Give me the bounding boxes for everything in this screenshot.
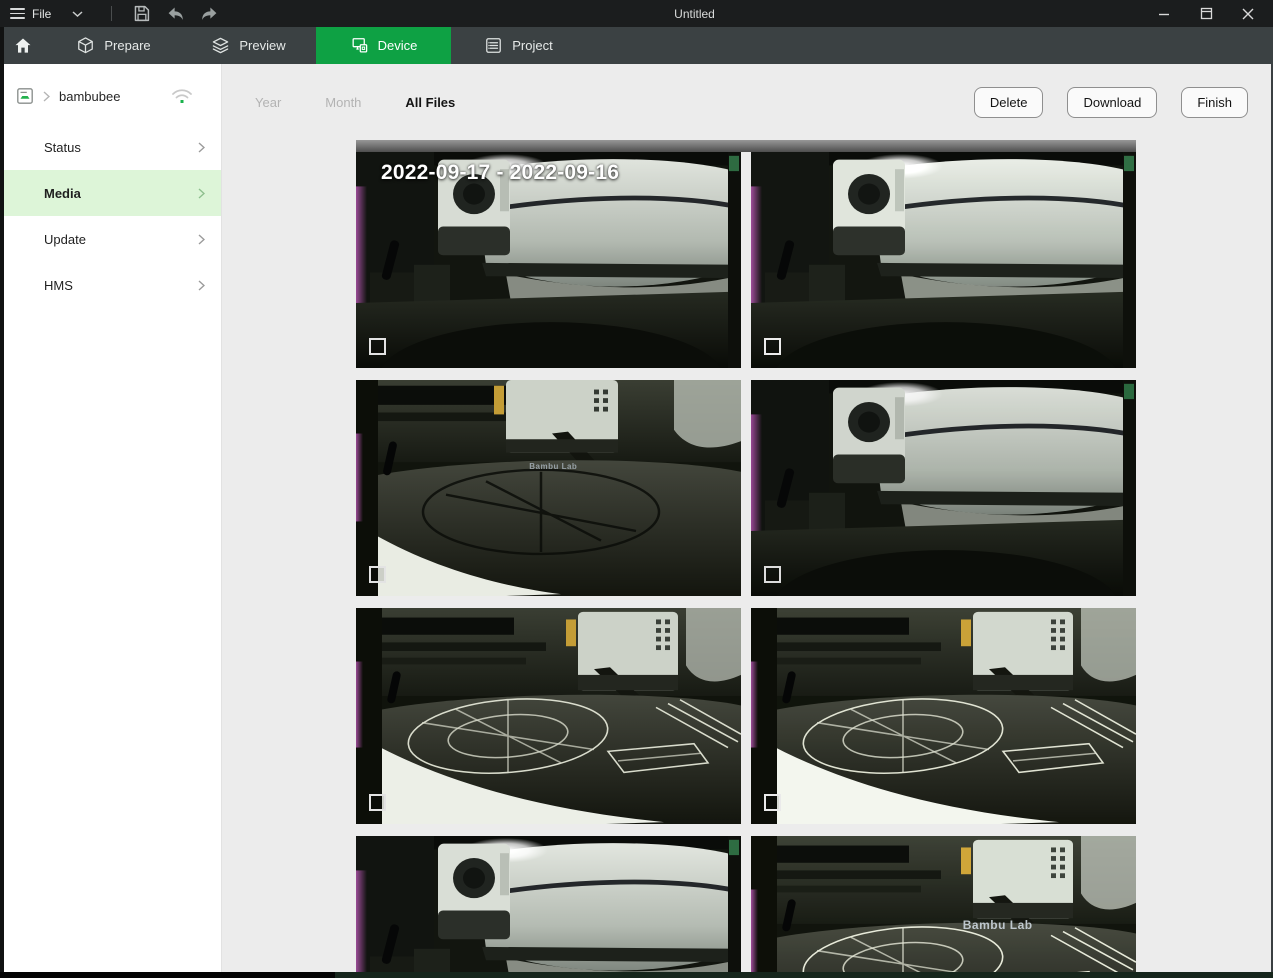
window-controls <box>1143 0 1269 27</box>
printer-icon <box>16 87 34 105</box>
media-thumbnail-3[interactable]: Bambu Lab <box>356 380 741 596</box>
save-button[interactable] <box>126 0 156 27</box>
printer-brand-label: Bambu Lab <box>529 462 577 471</box>
media-thumbnail-2[interactable] <box>751 152 1136 368</box>
window-left-border <box>0 27 4 978</box>
printer-chamber-photo <box>751 380 1136 596</box>
media-panel: Year Month All Files Delete Download Fin… <box>222 64 1273 978</box>
date-group-gradient-band <box>356 140 1136 152</box>
layers-icon <box>211 36 230 55</box>
media-scroll-area[interactable]: 2022-09-17 - 2022-09-16 Bambu Lab <box>222 140 1273 978</box>
chevron-right-icon <box>198 280 205 291</box>
tab-preview-label: Preview <box>239 38 285 53</box>
delete-button[interactable]: Delete <box>974 87 1044 118</box>
thumbnail-checkbox[interactable] <box>369 566 386 583</box>
media-thumbnail-8[interactable]: Bambu Lab <box>751 836 1136 978</box>
sidebar-item-media-label: Media <box>44 186 81 201</box>
thumbnail-checkbox[interactable] <box>764 566 781 583</box>
print-bed-first-layer-photo <box>356 608 741 824</box>
download-button[interactable]: Download <box>1067 87 1157 118</box>
undo-icon <box>166 4 185 23</box>
tab-device[interactable]: Device <box>316 27 451 64</box>
sidebar-item-update-label: Update <box>44 232 86 247</box>
media-actions: Delete Download Finish <box>974 87 1248 118</box>
tab-project-label: Project <box>512 38 552 53</box>
sidebar-item-status-label: Status <box>44 140 81 155</box>
hamburger-icon <box>10 8 25 19</box>
save-icon <box>132 4 151 23</box>
thumbnail-checkbox[interactable] <box>369 794 386 811</box>
sidebar-item-status[interactable]: Status <box>0 124 221 170</box>
wifi-icon <box>171 88 193 105</box>
printer-brand-label: Bambu Lab <box>963 918 1033 932</box>
finish-button[interactable]: Finish <box>1181 87 1248 118</box>
device-sidebar: bambubee Status Media Update <box>0 64 222 978</box>
toolbar-separator <box>111 6 112 21</box>
media-grid: 2022-09-17 - 2022-09-16 Bambu Lab <box>356 152 1136 978</box>
chevron-right-icon <box>198 234 205 245</box>
thumbnail-checkbox[interactable] <box>369 338 386 355</box>
chevron-right-icon <box>198 142 205 153</box>
home-icon <box>13 36 33 56</box>
filter-tab-all-files[interactable]: All Files <box>405 95 455 110</box>
media-thumbnail-4[interactable] <box>751 380 1136 596</box>
device-header[interactable]: bambubee <box>0 78 221 114</box>
window-title: Untitled <box>674 7 715 21</box>
sidebar-item-hms-label: HMS <box>44 278 73 293</box>
sidebar-item-update[interactable]: Update <box>0 216 221 262</box>
cube-icon <box>76 36 95 55</box>
chevron-right-icon <box>43 91 50 102</box>
tab-device-label: Device <box>378 38 418 53</box>
close-button[interactable] <box>1227 0 1269 27</box>
device-name: bambubee <box>59 89 120 104</box>
project-list-icon <box>484 36 503 55</box>
chevron-right-icon <box>198 188 205 199</box>
chevron-down-icon <box>72 11 83 17</box>
filter-tab-year[interactable]: Year <box>255 95 281 110</box>
home-button[interactable] <box>0 27 46 64</box>
media-thumbnail-7[interactable] <box>356 836 741 978</box>
sidebar-item-media[interactable]: Media <box>0 170 221 216</box>
minimize-icon <box>1158 8 1170 20</box>
sidebar-item-hms[interactable]: HMS <box>0 262 221 308</box>
close-icon <box>1242 8 1254 20</box>
tab-prepare-label: Prepare <box>104 38 150 53</box>
undo-button[interactable] <box>160 0 190 27</box>
filter-tab-month[interactable]: Month <box>325 95 361 110</box>
print-bed-first-layer-photo <box>751 608 1136 824</box>
maximize-button[interactable] <box>1185 0 1227 27</box>
printer-chamber-photo <box>356 836 741 978</box>
media-thumbnail-6[interactable] <box>751 608 1136 824</box>
media-thumbnail-5[interactable] <box>356 608 741 824</box>
minimize-button[interactable] <box>1143 0 1185 27</box>
device-icon <box>350 36 369 55</box>
window-bottom-border <box>0 972 1273 978</box>
titlebar: File Untitled <box>0 0 1273 27</box>
printer-chamber-photo <box>751 152 1136 368</box>
date-group-label: 2022-09-17 - 2022-09-16 <box>381 161 619 185</box>
file-menu-label: File <box>32 7 51 21</box>
maximize-icon <box>1200 7 1213 20</box>
media-header: Year Month All Files Delete Download Fin… <box>222 64 1273 140</box>
print-bed-photo <box>356 380 741 596</box>
redo-button[interactable] <box>194 0 224 27</box>
tab-project[interactable]: Project <box>451 27 586 64</box>
print-bed-first-layer-photo <box>751 836 1136 978</box>
tab-prepare[interactable]: Prepare <box>46 27 181 64</box>
media-thumbnail-1[interactable]: 2022-09-17 - 2022-09-16 <box>356 152 741 368</box>
thumbnail-checkbox[interactable] <box>764 338 781 355</box>
main-tabbar: Prepare Preview Device Project <box>0 27 1273 64</box>
redo-icon <box>200 4 219 23</box>
tab-preview[interactable]: Preview <box>181 27 316 64</box>
thumbnail-checkbox[interactable] <box>764 794 781 811</box>
file-menu-button[interactable]: File <box>0 0 93 27</box>
